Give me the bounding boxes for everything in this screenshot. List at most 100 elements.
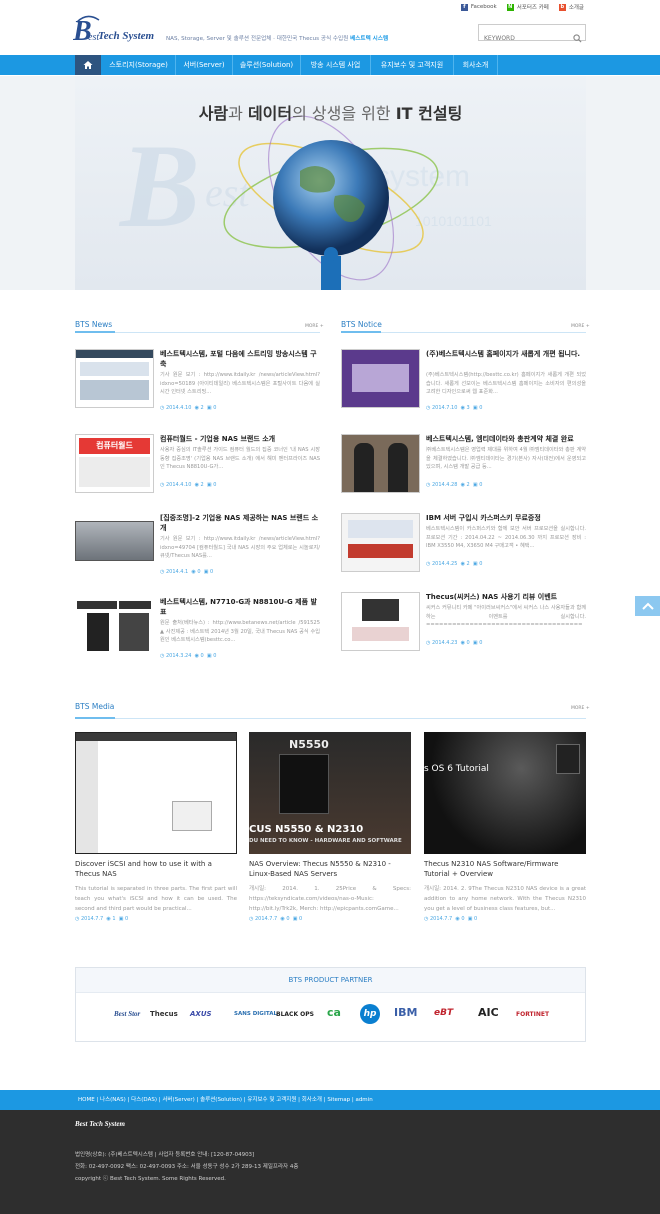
news-item[interactable]: 베스트텍시스템, N7710-G과 N8810U-G 제품 발표 원문 출처(베… [75,597,320,667]
comment-count: 0 [213,482,217,488]
media-item[interactable]: Discover iSCSI and how to use it with a … [75,732,237,932]
divider-accent [341,331,381,333]
cafe-label: 서포터즈 카페 [516,5,549,11]
back-to-top-button[interactable] [635,596,660,616]
partner-logo-beststor[interactable]: Best Stor [114,1010,140,1018]
media-more-link[interactable]: MORE + [571,706,590,711]
brand-name: Tech System [98,30,155,42]
thumbnail-caption: CUS N5550 & N2310 [249,824,364,835]
news-item[interactable]: [집중조명]-2 기업용 NAS 제공하는 NAS 브랜드 소개 기사 원문 보… [75,513,320,583]
hero-title-part: 데이터 [247,104,293,123]
media-title[interactable]: NAS Overview: Thecus N5550 & N2310 - Lin… [249,859,411,879]
tagline-brand: 베스트텍 시스템 [350,36,389,42]
view-count: 0 [286,916,290,922]
comment-count: 0 [479,482,483,488]
partner-logo-hp[interactable]: hp [360,1004,380,1024]
media-title[interactable]: Discover iSCSI and how to use it with a … [75,859,237,879]
partner-logo-ibm[interactable]: IBM [394,1006,417,1019]
nav-server[interactable]: 서버(Server) [176,55,233,75]
media-item[interactable]: s OS 6 Tutorial Thecus N2310 NAS Softwar… [424,732,586,932]
hero-title-part: 의 상생을 위한 [292,104,396,123]
partner-logo-axus[interactable]: AXUS [190,1010,212,1018]
home-icon [83,61,93,69]
footer-nav-links[interactable]: HOME | 나스(NAS) | 다스(DAS) | 서버(Server) | … [78,1090,373,1110]
view-count: 2 [200,405,204,411]
partner-logo-ca[interactable]: ca [327,1006,341,1019]
notice-item[interactable]: (주)베스트텍시스템 홈페이지가 새롭게 개편 됩니다. (주)베스트텍시스템(… [341,349,586,419]
nav-broadcast[interactable]: 방송 시스템 사업 [301,55,371,75]
search-input[interactable] [479,31,567,46]
partner-logo-aic[interactable]: AIC [478,1006,499,1019]
copyright: copyright ⓒ Best Tech System. Some Right… [75,1176,226,1182]
tagline-text: NAS, Storage, Server 및 솔루션 전문업체 · 대한민국 T… [166,36,349,42]
notice-item[interactable]: IBM 서버 구입시 카스퍼스키 무료증정 베스트텍시스템이 카스퍼스키와 함께… [341,513,586,583]
notice-date: 2014.4.28 [431,482,458,488]
notice-title[interactable]: 베스트텍시스템, 엠티데이타와 총판계약 체결 완료 [426,434,586,444]
news-title[interactable]: 베스트텍시스템, N7710-G과 N8810U-G 제품 발표 [160,597,320,617]
comment-count: 0 [125,916,129,922]
hero-title-part: IT 컨설팅 [395,104,463,123]
news-meta: ◷ 2014.4.10 ◉ 2 ▣ 0 [160,482,217,488]
news-item[interactable]: 베스트텍시스템, 포털 다음에 스트리밍 방송시스템 구축 기사 원문 보기 :… [75,349,320,419]
notice-title[interactable]: Thecus(씨커스) NAS 사용기 리뷰 이벤트 [426,592,586,602]
partner-logo-sansdigital[interactable]: SANS DIGITAL [234,1011,277,1017]
partner-logo-ebt[interactable]: eBT [434,1008,453,1018]
video-thumbnail[interactable] [75,732,237,854]
nav-support[interactable]: 유지보수 및 고객지원 [371,55,454,75]
divider-accent [75,717,115,719]
view-count: 1 [112,916,116,922]
footer-logo: Best Tech System [75,1120,125,1128]
notice-desc: 씨커스 커뮤니티 카페 "아이러브씨커스"에서 씨커스 나스 사용자들과 함께하… [426,605,586,628]
nav-home-button[interactable] [75,55,101,75]
blog-icon: b [558,3,566,11]
notice-item[interactable]: 베스트텍시스템, 엠티데이타와 총판계약 체결 완료 ㈜베스트텍시스템은 영업력… [341,434,586,504]
notice-item[interactable]: Thecus(씨커스) NAS 사용기 리뷰 이벤트 씨커스 커뮤니티 카페 "… [341,592,586,662]
news-more-link[interactable]: MORE + [305,324,324,329]
news-title[interactable]: 베스트텍시스템, 포털 다음에 스트리밍 방송시스템 구축 [160,349,320,369]
notice-desc: 베스트텍시스템이 카스퍼스키와 함께 보안 서버 프로모션을 실시합니다. 프로… [426,526,586,549]
news-item[interactable]: 컴퓨터월드 컴퓨터월드 - 기업용 NAS 브랜드 소개 사용자 중심의 IT솔… [75,434,320,504]
media-date: 2014.7.7 [429,916,453,922]
media-title[interactable]: Thecus N2310 NAS Software/Firmware Tutor… [424,859,586,879]
news-date: 2014.4.10 [165,405,192,411]
nav-solution[interactable]: 솔루션(Solution) [233,55,301,75]
hero-slide[interactable]: B est system 1010101101 사람과 데이터의 상생을 위한 … [75,76,586,290]
divider [75,718,586,719]
notice-title[interactable]: IBM 서버 구입시 카스퍼스키 무료증정 [426,513,586,523]
media-meta: ◷ 2014.7.7 ◉ 1 ▣ 0 [75,916,129,922]
media-section-title: BTS Media [75,702,115,711]
notice-date: 2014.4.23 [431,640,458,646]
top-links: f Facebook N 서포터즈 카페 b 소개글 [460,3,584,11]
news-section-title: BTS News [75,320,113,329]
nav-storage[interactable]: 스토리지(Storage) [102,55,176,75]
notice-thumbnail [341,434,420,493]
comment-count: 0 [210,569,214,575]
partner-logo-blackops[interactable]: BLACK OPS [276,1011,314,1018]
blog-link[interactable]: b 소개글 [558,3,584,11]
news-desc: 기사 원문 보기 : http://www.itdaily.kr /news/a… [160,536,320,559]
notice-title[interactable]: (주)베스트텍시스템 홈페이지가 새롭게 개편 됩니다. [426,349,586,359]
video-thumbnail[interactable]: s OS 6 Tutorial [424,732,586,854]
search-box [478,24,586,46]
partner-title: BTS PRODUCT PARTNER [76,968,585,993]
hero-title-part: 사람 [198,104,229,123]
news-title[interactable]: 컴퓨터월드 - 기업용 NAS 브랜드 소개 [160,434,320,444]
partner-logo-thecus[interactable]: Thecus [150,1010,178,1018]
video-thumbnail[interactable]: N5550 CUS N5550 & N2310 DU NEED TO KNOW … [249,732,411,854]
partner-logo-fortinet[interactable]: FORTINET [516,1011,549,1018]
facebook-link[interactable]: f Facebook [460,3,497,11]
cafe-link[interactable]: N 서포터즈 카페 [506,3,549,11]
nav-company[interactable]: 회사소개 [454,55,498,75]
news-desc: 기사 원문 보기 : http://www.itdaily.kr /news/a… [160,372,320,395]
news-title[interactable]: [집중조명]-2 기업용 NAS 제공하는 NAS 브랜드 소개 [160,513,320,533]
divider-accent [75,331,115,333]
view-count: 2 [466,561,470,567]
notice-meta: ◷ 2014.4.23 ◉ 0 ▣ 0 [426,640,483,646]
news-date: 2014.3.24 [165,653,192,659]
media-item[interactable]: N5550 CUS N5550 & N2310 DU NEED TO KNOW … [249,732,411,932]
search-icon[interactable] [573,28,582,43]
notice-more-link[interactable]: MORE + [571,324,590,329]
view-count: 0 [200,653,204,659]
news-thumbnail [75,513,154,572]
view-count: 3 [466,405,470,411]
